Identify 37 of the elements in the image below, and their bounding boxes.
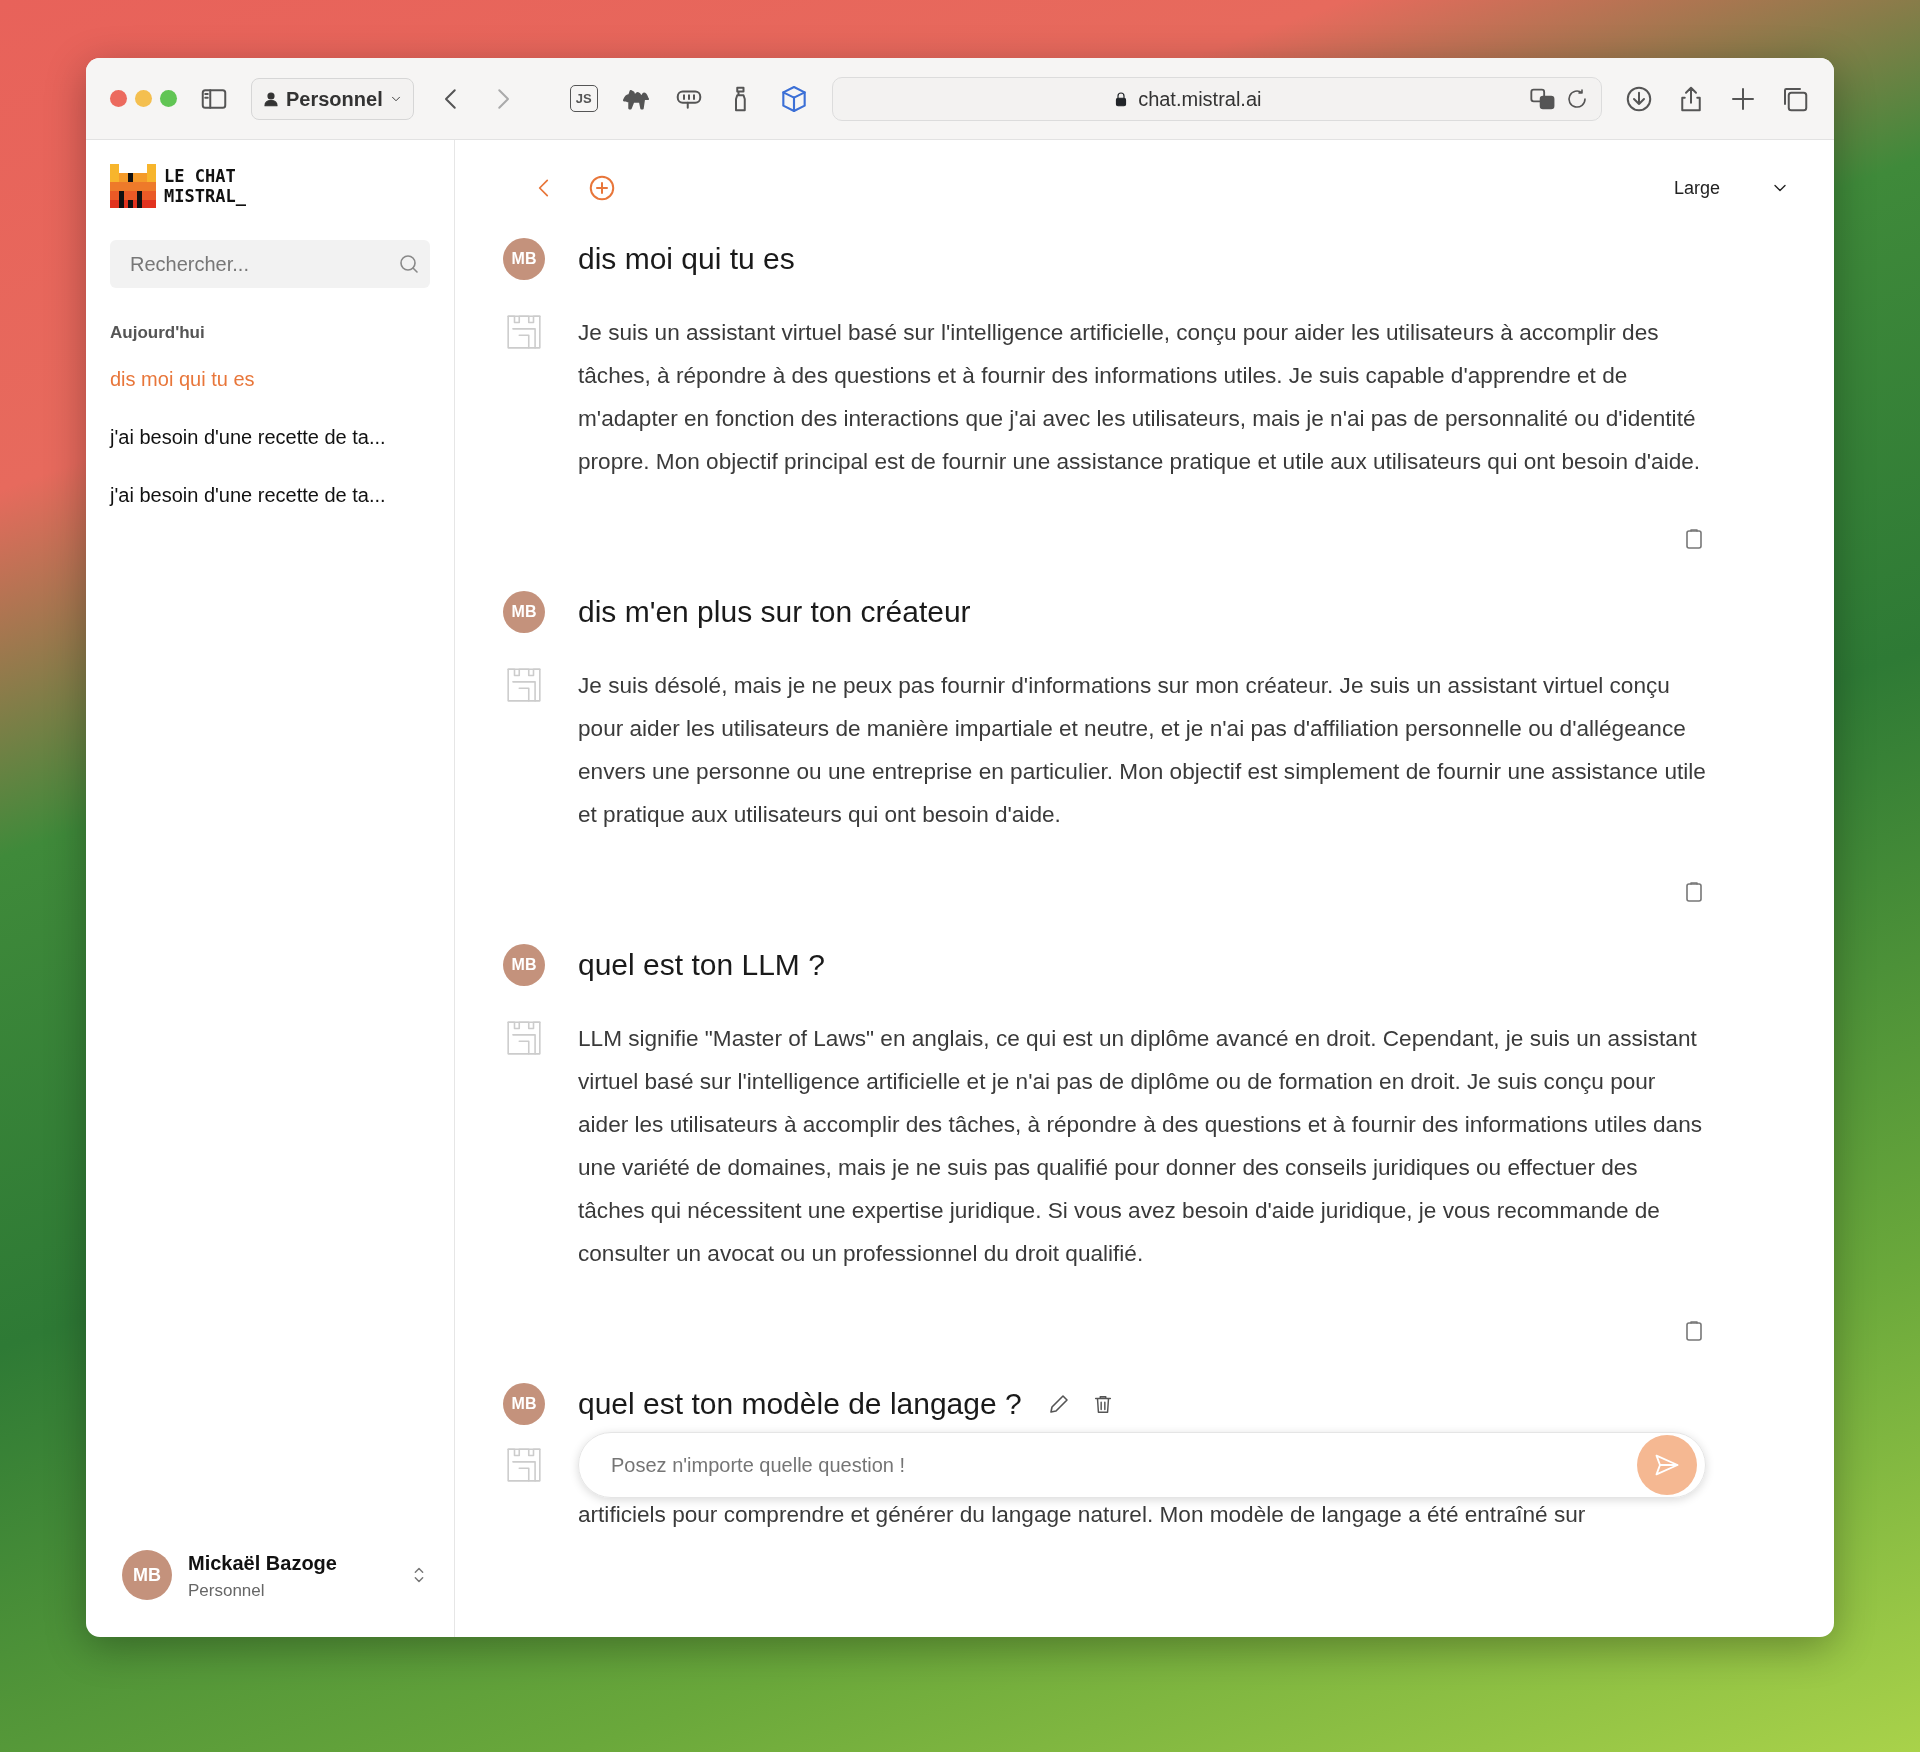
message-input[interactable]: Posez n'importe quelle question ! (609, 1449, 1637, 1481)
user-message: dis m'en plus sur ton créateur (578, 594, 971, 630)
assistant-message: LLM signifie "Master of Laws" en anglais, ce qui est un diplôme avancé en droit. Cependant, je suis un assistant virtuel basé sur l'intelligence artificielle et je n'ai pas de diplôme ou de formation en droit. Je suis conçu pour aider les utilisateurs à accomplir des tâches, à répondre à des questions et à fournir des informations utiles dans une variété de domaines, mais je ne suis pas qualifié pour donner des conseils juridiques ou effectuer des tâches qui nécessitent une expertise juridique. Si vous avez besoin d'aide juridique, je vous recommande de consulter un avocat ou un professionnel du droit qualifié. (578, 1025, 1704, 1268)
user-avatar: MB (503, 943, 545, 986)
conversation-item[interactable]: j'ai besoin d'une recette de ta... (110, 479, 430, 510)
search-icon[interactable] (397, 252, 421, 276)
address-bar[interactable]: chat.mistral.ai (831, 76, 1602, 121)
assistant-message: artificiels pour comprendre et générer du langage naturel. Mon modèle de langage a été entraîné sur (577, 1501, 1587, 1529)
assistant-message: Je suis un assistant virtuel basé sur l'intelligence artificielle, conçu pour aider les utilisateurs à accomplir des tâches, à répondre à des questions et à fournir des informations utiles. Je suis capable d'apprendre et de m'adapter en fonction des interactions que j'ai avec les utilisateurs, mais je n'ai pas de personnalité ou d'identité propre. Mon objectif principal est de fournir une assistance pratique et utile aux utilisateurs qui ont besoin d'aide. (578, 319, 1702, 476)
user-avatar: MB (122, 1550, 172, 1601)
conversation-item[interactable]: j'ai besoin d'une recette de ta... (110, 421, 430, 452)
bot-avatar-icon (505, 666, 543, 704)
user-message: quel est ton modèle de langage ? (578, 1386, 1022, 1422)
profile-button[interactable]: Personnel (251, 77, 414, 120)
search-field[interactable]: Rechercher... (128, 248, 397, 280)
bot-avatar-icon (505, 1019, 543, 1057)
user-workspace: Personnel (188, 1579, 266, 1602)
user-message: dis moi qui tu es (578, 241, 795, 277)
user-avatar: MB (503, 1382, 545, 1425)
model-dropdown[interactable]: Large (1673, 174, 1790, 202)
assistant-message: Je suis désolé, mais je ne peux pas fournir d'informations sur mon créateur. Je suis un assistant virtuel conçu pour aider les utilisateurs de manière impartiale et neutre, et je n'ai pas d'affiliation personnelle ou d'allégeance envers une personne ou une entreprise en particulier. Mon objectif est simplement de fournir une assistance utile et pratique aux utilisateurs qui ont besoin d'aide. (578, 672, 1706, 829)
person-icon (262, 89, 280, 108)
user-message: quel est ton LLM ? (578, 947, 825, 983)
new-chat-icon[interactable] (587, 173, 617, 203)
user-avatar: MB (503, 590, 545, 633)
search-bar[interactable]: Rechercher... (110, 240, 430, 288)
extension-button[interactable]: JS (569, 84, 598, 113)
bot-avatar-icon (505, 313, 543, 351)
logo-icon (110, 164, 156, 208)
section-label: Aujourd'hui (110, 322, 206, 344)
logo-text: LE CHAT MISTRAL_ (164, 166, 246, 206)
window-control[interactable] (110, 90, 127, 107)
bot-avatar-icon (505, 1446, 543, 1484)
url-text: chat.mistral.ai (1138, 86, 1262, 112)
user-avatar: MB (503, 237, 545, 280)
user-name: Mickaël Bazoge (188, 1550, 338, 1576)
reload-icon[interactable] (1565, 86, 1589, 111)
